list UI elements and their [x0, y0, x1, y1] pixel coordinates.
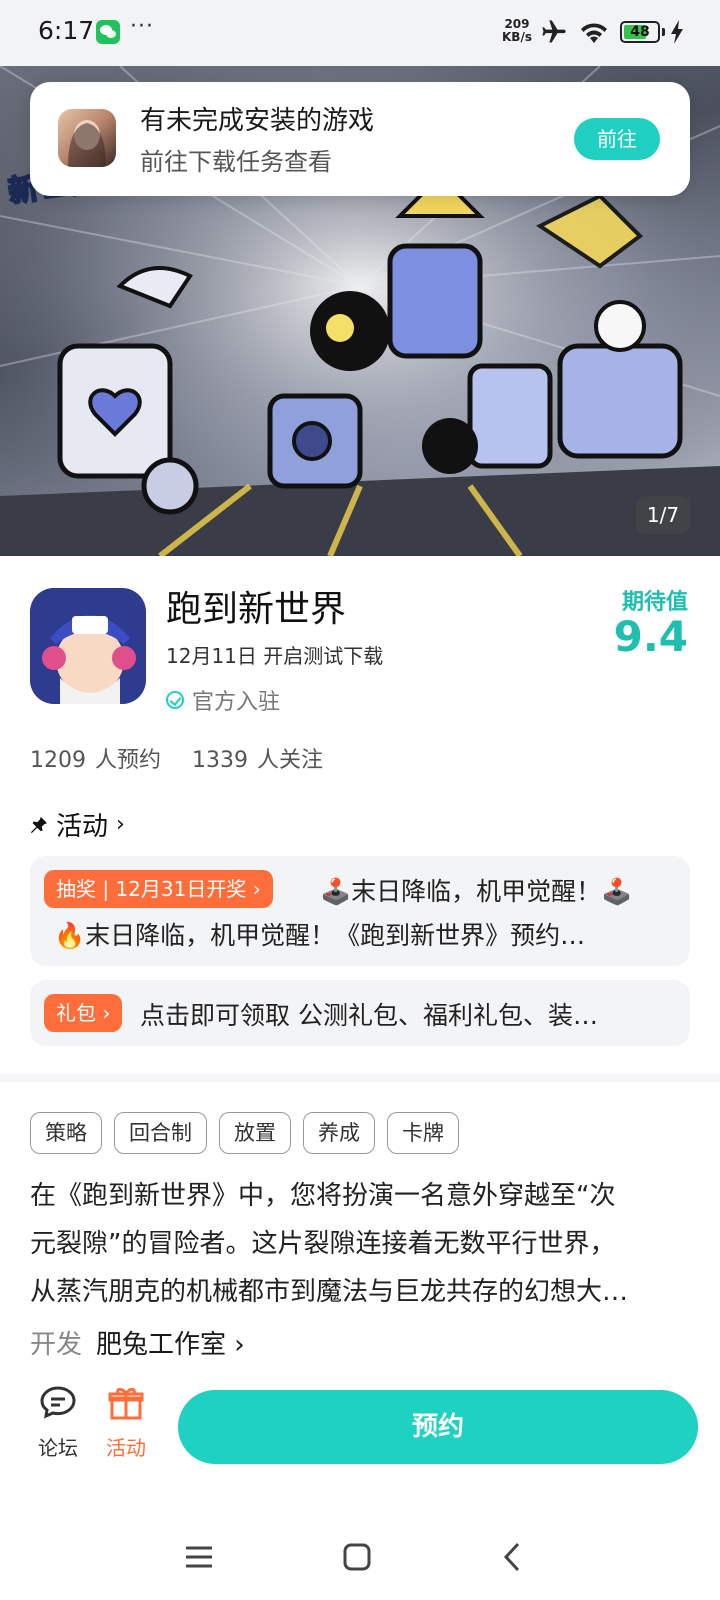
home-icon[interactable]	[342, 1542, 372, 1572]
gift-tag: 礼包 ›	[44, 994, 123, 1032]
game-tags: 策略 回合制 放置 养成 卡牌	[30, 1112, 471, 1154]
activity-title-line2: 🔥末日降临，机甲觉醒！《跑到新世界》预约…	[54, 921, 586, 950]
chevron-right-icon: ›	[116, 812, 125, 837]
user-avatar	[58, 109, 116, 167]
game-title: 跑到新世界	[166, 589, 347, 630]
game-app-icon	[30, 588, 146, 704]
tag-chip[interactable]: 回合制	[114, 1112, 207, 1154]
battery-tip	[662, 28, 665, 36]
forum-icon	[40, 1386, 76, 1419]
lottery-activity-card[interactable]: 抽奖 | 12月31日开奖 › 🕹️末日降临，机甲觉醒！🕹️ 🔥末日降临，机甲觉…	[30, 856, 690, 966]
system-navigation-bar	[0, 1520, 720, 1600]
lottery-tag: 抽奖 | 12月31日开奖 ›	[44, 870, 273, 908]
activity-title-line1: 🕹️末日降临，机甲觉醒！🕹️	[320, 877, 633, 906]
follower-count: 1339 人关注	[191, 748, 323, 773]
gift-description: 点击即可领取 公测礼包、福利礼包、装…	[140, 1001, 598, 1030]
forum-button[interactable]: 论坛	[28, 1384, 88, 1461]
verified-check-icon	[166, 691, 184, 709]
airplane-icon	[542, 20, 566, 43]
status-time: 6:17	[38, 16, 95, 45]
game-stats: 1209 人预约 1339 人关注	[30, 742, 345, 774]
battery-icon: 48	[620, 21, 660, 43]
activity-button[interactable]: 活动	[96, 1384, 156, 1461]
tag-chip[interactable]: 放置	[219, 1112, 291, 1154]
charging-icon	[671, 20, 683, 44]
developer-row[interactable]: 开发 肥兔工作室 ›	[30, 1324, 245, 1361]
activity-section-header[interactable]: 活动 ›	[30, 806, 125, 843]
tag-chip[interactable]: 卡牌	[387, 1112, 459, 1154]
back-icon[interactable]	[500, 1540, 524, 1574]
status-bar: 6:17 ··· 209 KB/s 48	[0, 0, 720, 66]
expectation-score: 9.4	[613, 612, 688, 661]
go-to-downloads-button[interactable]: 前往	[574, 118, 660, 160]
pin-icon	[30, 816, 48, 833]
notice-subtitle: 前往下载任务查看	[140, 148, 332, 176]
section-divider	[0, 1074, 720, 1082]
developer-label: 开发	[30, 1330, 83, 1360]
wechat-icon	[96, 20, 120, 44]
reserve-button[interactable]: 预约	[178, 1390, 698, 1464]
official-badge: 官方入驻	[166, 684, 280, 716]
gift-icon	[108, 1387, 144, 1420]
recent-apps-icon[interactable]	[184, 1542, 214, 1572]
install-notification[interactable]: 有未完成安装的游戏 前往下载任务查看 前往	[30, 82, 690, 196]
developer-name: 肥兔工作室 ›	[96, 1330, 245, 1360]
wifi-icon	[581, 23, 607, 43]
network-speed: 209 KB/s	[502, 17, 532, 44]
gift-pack-card[interactable]: 礼包 › 点击即可领取 公测礼包、福利礼包、装…	[30, 980, 690, 1046]
test-date: 12月11日 开启测试下载	[166, 644, 384, 668]
game-description[interactable]: 在《跑到新世界》中，您将扮演一名意外穿越至“次 元裂隙”的冒险者。这片裂隙连接着…	[30, 1172, 690, 1316]
tag-chip[interactable]: 策略	[30, 1112, 102, 1154]
bottom-action-bar: 论坛 活动 预约	[0, 1384, 720, 1484]
tag-chip[interactable]: 养成	[303, 1112, 375, 1154]
more-notifications-icon: ···	[130, 14, 154, 39]
banner-page-counter: 1/7	[636, 496, 690, 534]
reservation-count: 1209 人预约	[30, 748, 161, 773]
notice-title: 有未完成安装的游戏	[140, 106, 375, 136]
